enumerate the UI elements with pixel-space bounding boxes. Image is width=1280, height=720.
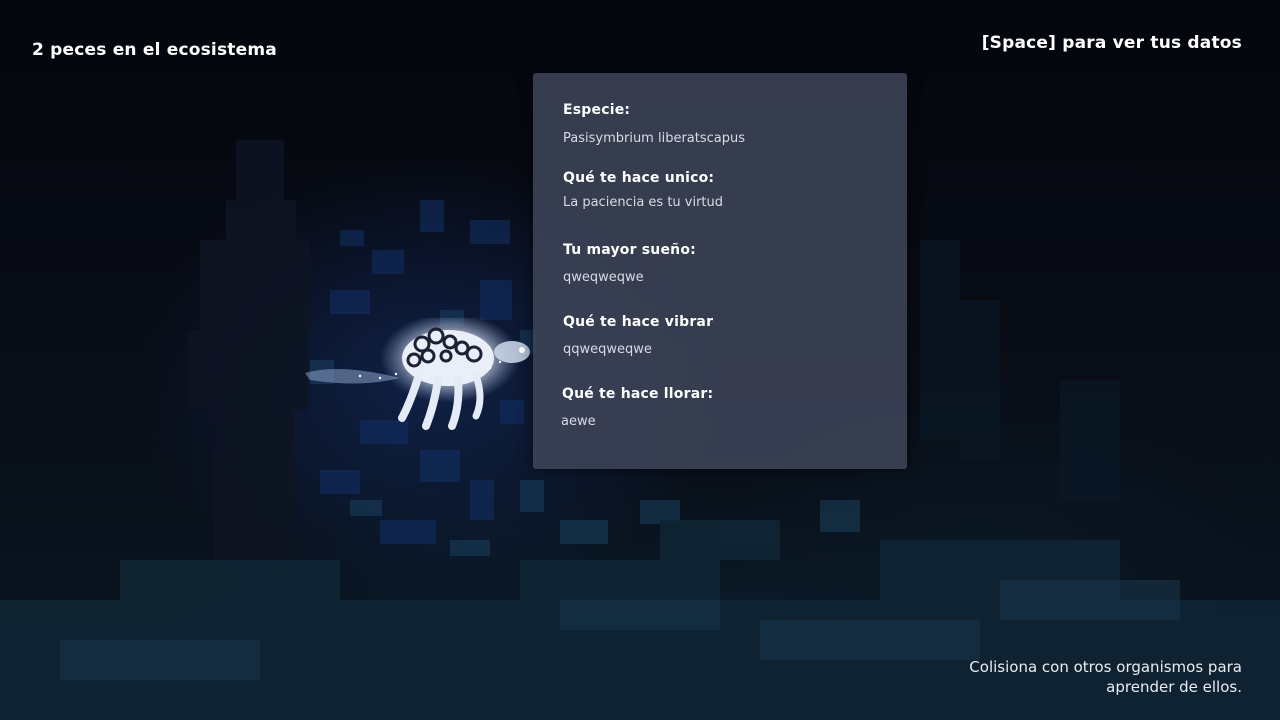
space-data-hint: [Space] para ver tus datos xyxy=(981,33,1242,53)
cry-label: Qué te hace llorar: xyxy=(562,386,714,402)
species-value: Pasisymbrium liberatscapus xyxy=(563,131,746,146)
species-label: Especie: xyxy=(563,102,631,118)
dream-value: qweqweqwe xyxy=(563,270,644,285)
vibe-value: qqweqweqwe xyxy=(563,342,652,357)
collide-hint-line-1: Colisiona con otros organismos para xyxy=(969,658,1242,676)
player-data-panel: Especie: Pasisymbrium liberatscapus Qué … xyxy=(533,73,907,469)
fish-count-label: 2 peces en el ecosistema xyxy=(32,40,277,60)
glowing-fish-icon xyxy=(305,318,530,430)
vibe-label: Qué te hace vibrar xyxy=(563,314,714,330)
unique-value: La paciencia es tu virtud xyxy=(563,195,724,210)
cry-value: aewe xyxy=(561,414,596,429)
unique-label: Qué te hace unico: xyxy=(563,170,715,186)
collide-hint-line-2: aprender de ellos. xyxy=(1106,678,1242,696)
collide-hint: Colisiona con otros organismos para apre… xyxy=(922,657,1242,697)
game-scene: 2 peces en el ecosistema [Space] para ve… xyxy=(0,0,1280,720)
dream-label: Tu mayor sueño: xyxy=(563,242,696,258)
